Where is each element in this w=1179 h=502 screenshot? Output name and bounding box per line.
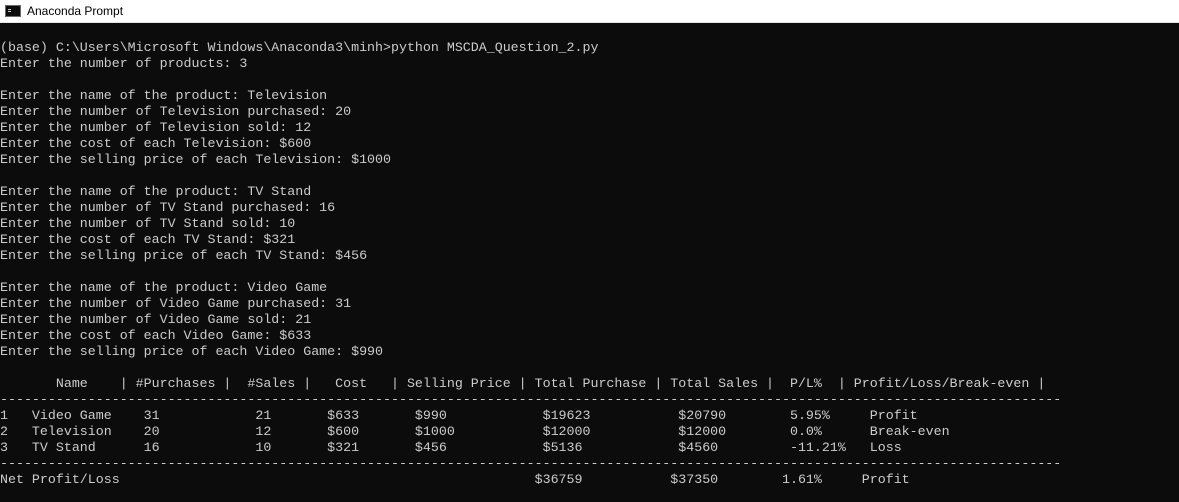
console-line: (base) C:\Users\Microsoft Windows\Anacon… [0, 40, 599, 55]
console-line: Enter the number of TV Stand purchased: … [0, 200, 336, 215]
title-bar[interactable]: Anaconda Prompt [0, 0, 1179, 23]
console-line: Enter the number of Television sold: 12 [0, 120, 312, 135]
console-line: Enter the selling price of each TV Stand… [0, 248, 368, 263]
console-icon [5, 5, 21, 17]
console-line: Net Profit/Loss $36759 $37350 1.61% Prof… [0, 472, 910, 487]
console-line: Enter the cost of each Television: $600 [0, 136, 312, 151]
console-line: ----------------------------------------… [0, 456, 1062, 471]
console-line: Name | #Purchases | #Sales | Cost | Sell… [0, 376, 1046, 391]
console-line: Enter the number of Television purchased… [0, 104, 352, 119]
console-line: Enter the cost of each Video Game: $633 [0, 328, 312, 343]
console-line: 2 Television 20 12 $600 $1000 $12000 $12… [0, 424, 950, 439]
console-line: Enter the name of the product: Video Gam… [0, 280, 328, 295]
window-title: Anaconda Prompt [27, 4, 124, 18]
console-line: 1 Video Game 31 21 $633 $990 $19623 $207… [0, 408, 918, 423]
console-line: Enter the selling price of each Video Ga… [0, 344, 384, 359]
console-output-area[interactable]: (base) C:\Users\Microsoft Windows\Anacon… [0, 23, 1179, 502]
console-line: Enter the name of the product: Televisio… [0, 88, 328, 103]
console-line: ----------------------------------------… [0, 392, 1062, 407]
anaconda-prompt-window: Anaconda Prompt (base) C:\Users\Microsof… [0, 0, 1179, 502]
console-line: Enter the selling price of each Televisi… [0, 152, 391, 167]
console-lines: (base) C:\Users\Microsoft Windows\Anacon… [0, 40, 1061, 488]
console-line: Enter the number of Video Game sold: 21 [0, 312, 312, 327]
console-line: Enter the number of Video Game purchased… [0, 296, 352, 311]
console-line: Enter the cost of each TV Stand: $321 [0, 232, 296, 247]
console-line: Enter the number of TV Stand sold: 10 [0, 216, 296, 231]
console-line: 3 TV Stand 16 10 $321 $456 $5136 $4560 -… [0, 440, 902, 455]
console-line: Enter the name of the product: TV Stand [0, 184, 312, 199]
console-line: Enter the number of products: 3 [0, 56, 248, 71]
